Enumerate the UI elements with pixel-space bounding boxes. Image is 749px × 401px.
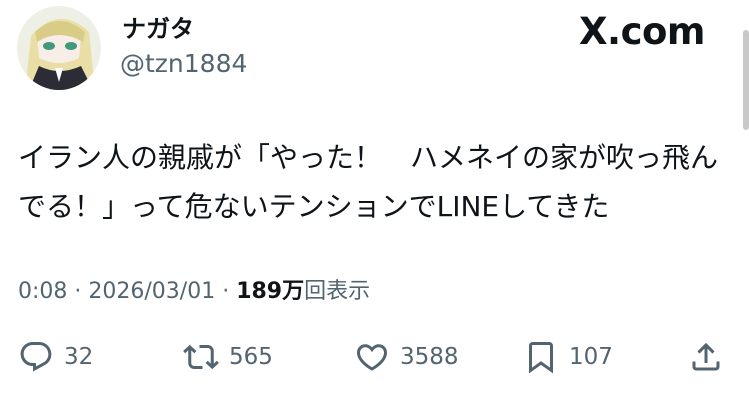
like-count: 3588 [400,344,459,370]
avatar[interactable] [17,6,101,90]
tweet-meta: 0:08 · 2026/03/01 · 189万回表示 [18,277,370,307]
action-bar: 32 565 3588 107 [18,337,730,377]
retweet-icon [183,344,219,370]
meta-separator: · [67,279,89,304]
avatar-image [17,6,101,90]
tweet-time[interactable]: 0:08 [18,279,67,304]
views-label: 回表示 [304,279,371,304]
retweet-button[interactable]: 565 [183,337,273,377]
bookmark-button[interactable]: 107 [523,337,613,377]
tweet-text: イラン人の親戚が「やった！ ハメネイの家が吹っ飛んでる！」って危ないテンションで… [18,141,719,223]
retweet-count: 565 [229,344,273,370]
bookmark-icon [529,342,553,374]
display-name[interactable]: ナガタ [122,14,194,44]
reply-count: 32 [64,344,94,370]
tweet-date[interactable]: 2026/03/01 [88,279,215,304]
x-logo: X.com [579,10,706,53]
share-icon [692,342,720,371]
heart-icon [356,344,388,371]
scrollbar[interactable] [743,30,749,130]
reply-button[interactable]: 32 [18,337,93,377]
user-handle[interactable]: @tzn1884 [120,49,247,79]
views-count: 189万 [236,279,305,304]
like-button[interactable]: 3588 [354,337,459,377]
bookmark-count: 107 [569,344,613,370]
reply-icon [20,342,52,372]
share-button[interactable] [688,337,724,377]
meta-separator: · [215,279,237,304]
